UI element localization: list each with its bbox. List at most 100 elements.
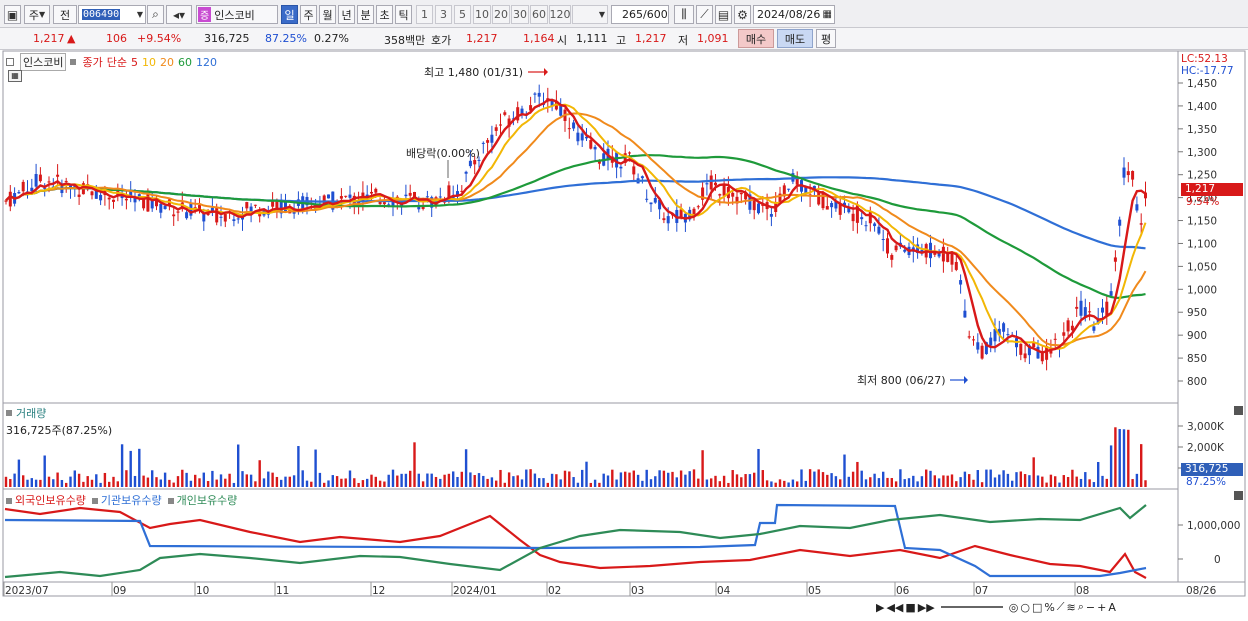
stock-chart[interactable]: 1,4501,4001,3501,3001,2501,2001,1501,100… [0,50,1248,621]
legend-institution: 기관보유수량 [100,494,162,507]
candle-body [714,182,717,186]
volume-bar [108,481,111,487]
volume-bar [933,475,936,487]
type-select[interactable]: 주 ▼ [24,5,50,24]
candle-body [830,203,834,208]
interval-5[interactable]: 5 [454,5,471,24]
scroll-slider[interactable] [940,606,1003,608]
volume-bar [1135,473,1139,487]
period-minute[interactable]: 분 [357,5,374,24]
percent-icon[interactable]: % [1044,601,1054,614]
fib-icon[interactable]: ≋ [1067,601,1076,614]
volume-bar [559,479,562,487]
volume-bar [4,476,8,487]
period-year[interactable]: 년 [338,5,355,24]
interval-custom-select[interactable]: ▼ [572,5,608,24]
forward-icon[interactable]: ▶▶ [918,601,935,614]
volume-bar [129,450,132,487]
volume-panel[interactable] [2,402,1179,490]
volume-bar [189,480,193,487]
volume-bar [589,482,592,487]
average-button[interactable]: 평 [816,29,836,48]
grid-icon[interactable]: ▦ [8,70,22,82]
count-input[interactable]: 265/600 [611,5,669,24]
period-month[interactable]: 월 [319,5,336,24]
text-tool-icon[interactable]: A [1108,601,1116,614]
price-axis-label: 1,250 [1187,170,1217,182]
candle-body [421,206,425,209]
volume-bar [56,472,59,487]
volume-bar [391,469,395,487]
candle-body [886,238,889,254]
volume-bar [658,470,661,487]
period-day[interactable]: 일 [281,5,298,24]
candle-style-icon[interactable]: ⫼ [674,5,694,24]
interval-3[interactable]: 3 [435,5,452,24]
volume-bar [890,478,893,487]
legend-checkbox[interactable] [6,58,14,66]
hc-value: HC:-17.77 [1181,65,1234,77]
stock-code-input[interactable]: 006490 ▼ [78,5,146,24]
volume-bar [894,481,898,487]
play-icon[interactable]: ▶ [876,601,884,614]
history-icon[interactable]: ◂▾ [166,5,192,24]
circle-icon[interactable]: ○ [1020,601,1030,614]
period-second[interactable]: 초 [376,5,393,24]
candle-body [619,166,623,169]
trend-icon[interactable]: ⟋ [1057,600,1065,614]
candle-body [580,133,584,141]
date-axis-label: 10 [196,585,209,597]
volume-bar [955,481,958,487]
sell-button[interactable]: 매도 [777,29,813,48]
interval-60[interactable]: 60 [530,5,548,24]
volume-bar [512,476,515,487]
range-button[interactable]: 전 [53,5,77,24]
volume-bar [1006,473,1010,487]
volume-panel-close-icon[interactable] [1234,406,1243,415]
save-icon[interactable]: ▤ [715,5,732,24]
candle-body [404,194,408,197]
line-tool-icon[interactable]: ⟋ [696,5,713,24]
volume-bar [783,480,786,487]
period-tick[interactable]: 틱 [395,5,412,24]
stock-name-field[interactable]: 증 인스코비 [196,5,278,24]
plus-icon[interactable]: + [1097,601,1106,614]
volume-bar [305,480,309,487]
rewind-icon[interactable]: ◀◀ [886,601,903,614]
candle-body [1023,353,1027,359]
interval-1[interactable]: 1 [416,5,433,24]
gear-icon[interactable]: ⚙ [734,5,751,24]
stop-icon[interactable]: ■ [905,601,915,614]
shape-icon[interactable]: ◎ [1009,601,1019,614]
volume-bar [843,454,846,487]
volume-bar [194,474,197,487]
interval-10[interactable]: 10 [473,5,491,24]
chevron-down-icon[interactable]: ▼ [137,10,143,19]
candle-body [1118,219,1122,226]
window-icon[interactable]: ▣ [4,5,21,24]
volume-bar [1066,477,1070,487]
date-input[interactable]: 2024/08/26 ▦ [753,5,835,24]
date-axis-end-label: 08/26 [1186,585,1217,597]
candle-body [1135,204,1139,211]
interval-20[interactable]: 20 [492,5,510,24]
candle-body [959,280,963,285]
volume-bar [146,477,150,487]
square-icon[interactable]: □ [1032,601,1042,614]
volume-bar [211,470,214,487]
volume-bar [297,446,300,487]
search-icon[interactable]: ⌕ [147,5,164,24]
calendar-icon[interactable]: ▦ [823,9,832,20]
price-panel[interactable] [2,50,1179,404]
zoom-icon[interactable]: ⌕ [1078,600,1084,614]
buy-button[interactable]: 매수 [738,29,774,48]
volume-bar [929,470,932,487]
volume-bar [1011,480,1014,487]
interval-30[interactable]: 30 [511,5,529,24]
period-week[interactable]: 주 [300,5,317,24]
candle-body [159,203,163,213]
candle-body [537,92,541,97]
interval-120[interactable]: 120 [549,5,571,24]
minus-icon[interactable]: − [1086,601,1095,614]
holdings-panel-close-icon[interactable] [1234,491,1243,500]
